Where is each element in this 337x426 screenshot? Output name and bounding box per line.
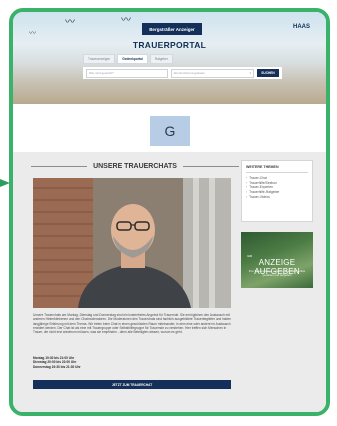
chevron-right-icon: › [246, 194, 248, 199]
name-search-input[interactable]: Wer wird gesucht? [86, 68, 168, 78]
site-logo[interactable]: Bergsträßer Anzeiger [142, 23, 202, 35]
sidebar-title: WEITERE THEMEN [246, 165, 308, 173]
chat-times: Montag 19:30 bis 21:00 Uhr Dienstag 20:0… [33, 356, 231, 369]
search-button[interactable]: SUCHEN [257, 69, 279, 77]
divider-left [31, 165, 88, 167]
hero-divider [13, 104, 326, 112]
seagull-icon: 〰 [29, 30, 36, 37]
date-select[interactable]: Alle Erscheinungsdaten ▾ [170, 68, 254, 78]
partner-logo[interactable]: HAAS [293, 24, 310, 30]
seagull-icon: 〰 [65, 17, 75, 28]
moderator-photo [33, 178, 231, 308]
tab-gedenkportal[interactable]: Gedenkportal [117, 54, 148, 64]
main-column: UNSERE TRAUERCHATS [31, 160, 239, 172]
section-heading-text: UNSERE TRAUERCHATS [93, 162, 177, 170]
hero-banner: 〰 〰 〰 〰 Bergsträßer Anzeiger HAAS TRAUER… [13, 12, 326, 104]
section-heading: UNSERE TRAUERCHATS [31, 160, 239, 172]
browser-viewport: 〰 〰 〰 〰 Bergsträßer Anzeiger HAAS TRAUER… [9, 8, 330, 416]
moderator-portrait-image [33, 178, 231, 308]
date-select-value: Alle Erscheinungsdaten [173, 71, 206, 75]
chevron-down-icon: ▾ [249, 71, 251, 75]
ad-placeholder[interactable]: G [150, 116, 190, 146]
portal-title: TRAUERPORTAL [132, 40, 207, 50]
anzeige-aufgeben-banner[interactable]: IHR ANZEIGE AUFGEBEN Ihre Traueranzeige … [241, 232, 313, 288]
chat-description: Unsere Trauerchats am Montag, Dienstag u… [33, 313, 231, 335]
tab-ratgeber[interactable]: Ratgeber [149, 54, 173, 64]
search-bar: Wer wird gesucht? Alle Erscheinungsdaten… [83, 67, 282, 79]
trauerchat-button[interactable]: JETZT ZUM TRAUERCHAT [33, 380, 231, 389]
sidebar-item-label: Trauer-Videos [249, 194, 270, 199]
time-thursday: Donnerstag 19:30 bis 21:30 Uhr [33, 364, 81, 369]
search-tabs: Traueranzeigen Gedenkportal Ratgeber [83, 54, 173, 64]
seagull-icon: 〰 [121, 15, 131, 26]
tab-traueranzeigen[interactable]: Traueranzeigen [83, 54, 116, 64]
sidebar-topics: WEITERE THEMEN › Trauer-Chat › Trauerhilfe… [241, 160, 313, 222]
ad-description: Ihre Traueranzeige schnell und einfach o… [248, 269, 306, 277]
sidebar-item-trauer-videos[interactable]: › Trauer-Videos [246, 195, 308, 200]
divider-right [182, 165, 239, 167]
